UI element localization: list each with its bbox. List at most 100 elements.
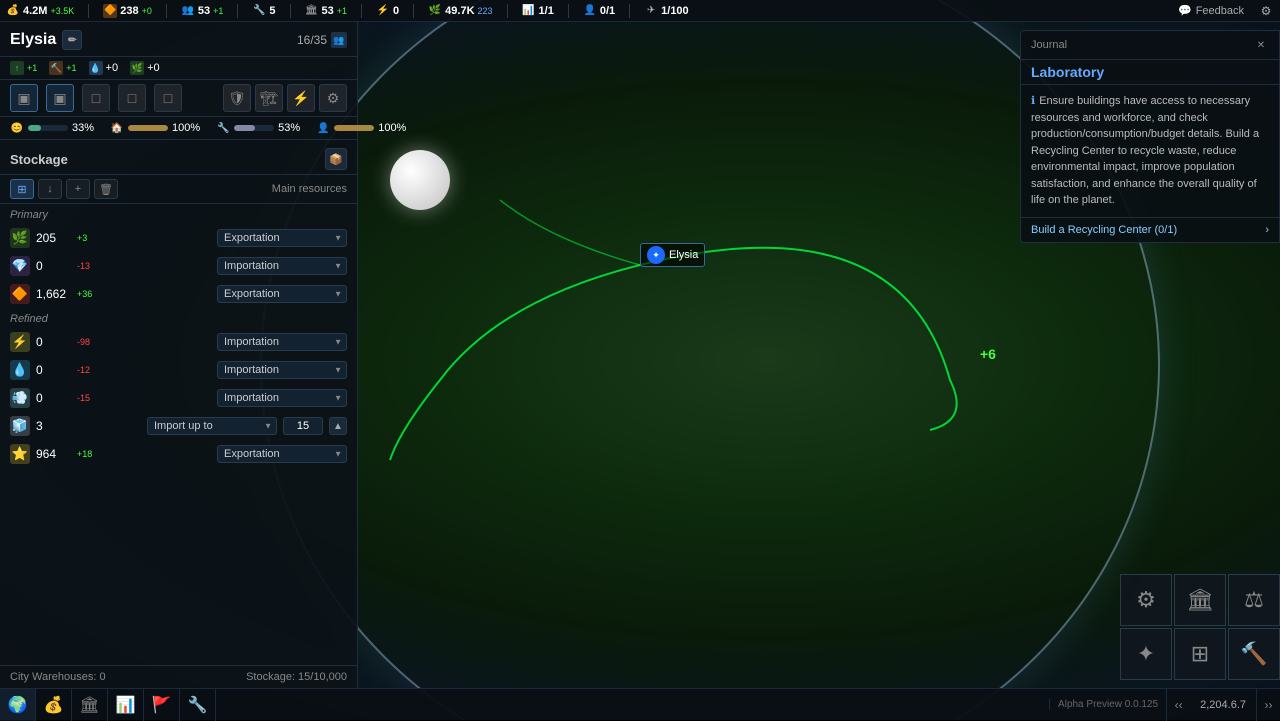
buildings-icon: 🏛 (305, 4, 319, 18)
stockage-title: Stockage (10, 152, 68, 167)
city-map-icon: ✦ (647, 246, 665, 264)
population-display: 16/35 👥 (297, 32, 347, 48)
stat2: 👤 0/1 (583, 4, 615, 18)
workforce-icon: 👤 (316, 121, 330, 135)
energy-action-select[interactable]: Importation Exportation None (217, 333, 347, 351)
build-slot-5[interactable]: □ (154, 84, 182, 112)
bottom-flag-icon[interactable]: 🚩 (144, 689, 180, 721)
gas-action-select[interactable]: Importation Exportation None (217, 389, 347, 407)
journal-close-button[interactable]: ✕ (1253, 37, 1269, 53)
gold-val: 964 (36, 447, 71, 461)
special-step-btn[interactable]: ▲ (329, 417, 347, 435)
approval-icon: 😊 (10, 121, 24, 135)
gold-dropdown-wrap[interactable]: Exportation Importation None (217, 445, 347, 463)
bottom-wrench-icon[interactable]: 🔧 (180, 689, 216, 721)
build-icon-star[interactable]: ✦ (1120, 628, 1172, 680)
gas-dropdown-wrap[interactable]: Importation Exportation None (217, 389, 347, 407)
build-slot-3[interactable]: □ (82, 84, 110, 112)
primary-section-label: Primary (0, 204, 357, 224)
stockage-manage-btn[interactable]: 📦 (325, 148, 347, 170)
food-stat: 🌿 49.7K 223 (428, 4, 492, 18)
manage-btn-4[interactable]: ⚙ (319, 84, 347, 112)
housing-prog: 🏠 100% (110, 121, 200, 135)
energy-dropdown-wrap[interactable]: Importation Exportation None (217, 333, 347, 351)
maintenance-icon: 🔧 (216, 121, 230, 135)
water-res-delta: -12 (77, 365, 97, 375)
nav-prev-btn[interactable]: ‹‹ (1166, 689, 1190, 721)
bottom-right: Alpha Preview 0.0.125 ‹‹ 2,204.6.7 ›› (1049, 689, 1280, 721)
gas-delta: -15 (77, 393, 97, 403)
credits-icon: 💰 (6, 4, 20, 18)
energy-val: 0 (393, 5, 399, 17)
water-dropdown-wrap[interactable]: Importation Exportation None (217, 361, 347, 379)
build-icon-grid[interactable]: ⊞ (1174, 628, 1226, 680)
water-action-select[interactable]: Importation Exportation None (217, 361, 347, 379)
feedback-button[interactable]: 💬 Feedback (1178, 4, 1244, 17)
maintenance-bar-wrap (234, 125, 274, 131)
resource1-icon: 🔶 (103, 4, 117, 18)
leaves-dropdown-wrap[interactable]: Exportation Importation None (217, 229, 347, 247)
build-slot-2[interactable]: ▣ (46, 84, 74, 112)
gold-action-select[interactable]: Exportation Importation None (217, 445, 347, 463)
prod-stat: 🔨 +1 (49, 61, 76, 75)
bottom-bar: 🌍 💰 🏛 📊 🚩 🔧 Alpha Preview 0.0.125 ‹‹ 2,2… (0, 688, 1280, 720)
manage-btn-2[interactable]: 🏗 (255, 84, 283, 112)
ore-action-select[interactable]: Exportation Importation None (217, 285, 347, 303)
stat2-icon: 👤 (583, 4, 597, 18)
resource-row-ore: 🔶 1,662 +36 Exportation Importation None (0, 280, 357, 308)
filter-import[interactable]: ↓ (38, 179, 62, 199)
build-slot-1[interactable]: ▣ (10, 84, 38, 112)
approval-prog: 😊 33% (10, 121, 94, 135)
workers-stat: 🔧 5 (252, 4, 275, 18)
special-import-qty[interactable] (283, 417, 323, 435)
filter-add[interactable]: + (66, 179, 90, 199)
build-slot-4[interactable]: □ (118, 84, 146, 112)
ore-val: 1,662 (36, 287, 71, 301)
edit-city-button[interactable]: ✏ (62, 30, 82, 50)
stat2-val: 0/1 (600, 5, 615, 17)
city-map-name: Elysia (669, 249, 698, 261)
ore-delta: +36 (77, 289, 97, 299)
food-extra: 223 (478, 6, 493, 16)
resource-row-special: 🧊 3 Import up to Importation Exportation… (0, 412, 357, 440)
nav-next-btn[interactable]: ›› (1256, 689, 1280, 721)
build-icon-tools[interactable]: 🔨 (1228, 628, 1280, 680)
approval-bar (28, 125, 41, 131)
city-header: Elysia ✏ 16/35 👥 (0, 22, 357, 57)
minerals-action-select[interactable]: Importation Exportation None (217, 257, 347, 275)
filter-remove[interactable]: 🗑 (94, 179, 118, 199)
minerals-dropdown-wrap[interactable]: Importation Exportation None (217, 257, 347, 275)
special-dropdown-wrap[interactable]: Import up to Importation Exportation Non… (147, 417, 277, 435)
building-slots-row: ▣ ▣ □ □ □ 🛡 🏗 ⚡ ⚙ (0, 80, 357, 117)
leaves-action-select[interactable]: Exportation Importation None (217, 229, 347, 247)
journal-task[interactable]: Build a Recycling Center (0/1) › (1021, 217, 1279, 242)
food-icon: 🌿 (428, 4, 442, 18)
stockage-header: Stockage 📦 (0, 140, 357, 175)
filter-all[interactable]: ⊞ (10, 179, 34, 199)
stat3-val: 1/100 (661, 5, 689, 17)
stat3: ✈ 1/100 (644, 4, 689, 18)
building-icons-row2: ✦ ⊞ 🔨 (1120, 628, 1280, 680)
energy-icon: ⚡ (376, 4, 390, 18)
bottom-globe-icon[interactable]: 🌍 (0, 689, 36, 721)
manage-btn-3[interactable]: ⚡ (287, 84, 315, 112)
ore-dropdown-wrap[interactable]: Exportation Importation None (217, 285, 347, 303)
manage-btn-1[interactable]: 🛡 (223, 84, 251, 112)
special-icon: 🧊 (10, 416, 30, 436)
stat1: 📊 1/1 (522, 4, 554, 18)
build-icon-capitol[interactable]: 🏛 (1174, 574, 1226, 626)
bottom-chart-icon[interactable]: 📊 (108, 689, 144, 721)
leaves-icon: 🌿 (10, 228, 30, 248)
resource2-stat: 👥 53 +1 (181, 4, 224, 18)
special-action-select[interactable]: Import up to Importation Exportation Non… (147, 417, 277, 435)
bottom-coin-icon[interactable]: 💰 (36, 689, 72, 721)
city-map-label[interactable]: ✦ Elysia (640, 243, 705, 267)
water-stat-val: +0 (106, 62, 119, 74)
settings-icon[interactable]: ⚙ (1258, 3, 1274, 19)
bottom-building-icon[interactable]: 🏛 (72, 689, 108, 721)
feedback-label: Feedback (1196, 5, 1244, 17)
build-icon-balance[interactable]: ⚖ (1228, 574, 1280, 626)
build-icon-gear[interactable]: ⚙ (1120, 574, 1172, 626)
growth-stat: ↑ +1 (10, 61, 37, 75)
resource1-delta: +0 (142, 6, 152, 16)
